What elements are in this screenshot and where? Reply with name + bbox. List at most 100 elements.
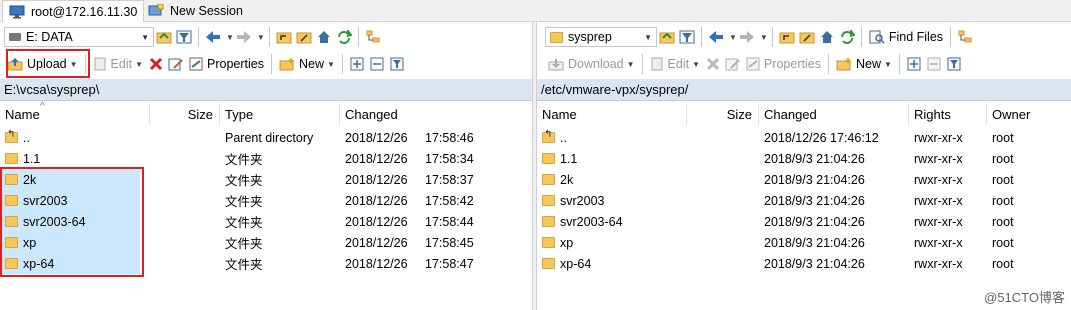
file-size	[150, 211, 220, 232]
rename-icon[interactable]	[166, 54, 186, 74]
edit-button-label: Edit	[110, 57, 133, 71]
tab-new-session[interactable]: New Session	[142, 0, 249, 22]
table-row[interactable]: .. 2018/12/26 17:46:12 rwxr-xr-x root	[537, 127, 1071, 148]
edit-button[interactable]: Edit ▼	[90, 53, 146, 75]
new-session-icon	[148, 3, 164, 18]
forward-arrow-icon[interactable]	[234, 27, 254, 47]
file-date: 2018/12/26	[345, 130, 408, 145]
tree-view-icon[interactable]	[363, 27, 383, 47]
table-row[interactable]: svr2003-64 2018/9/3 21:04:26 rwxr-xr-x r…	[537, 211, 1071, 232]
forward-dropdown-icon[interactable]: ▼	[257, 33, 265, 42]
forward-arrow-icon[interactable]	[737, 27, 757, 47]
parent-directory-icon[interactable]	[274, 27, 294, 47]
file-date: 2018/12/26	[345, 235, 408, 250]
local-path-bar[interactable]: E:\vcsa\sysprep\	[0, 79, 532, 101]
home-icon[interactable]	[817, 27, 837, 47]
table-row[interactable]: xp-64 2018/9/3 21:04:26 rwxr-xr-x root	[537, 253, 1071, 274]
rename-icon[interactable]	[723, 54, 743, 74]
unselect-all-icon[interactable]	[924, 54, 944, 74]
toolbar-separator	[641, 54, 643, 74]
folder-icon	[5, 174, 18, 185]
tab-session-label: root@172.16.11.30	[31, 4, 138, 19]
table-row[interactable]: xp 文件夹 2018/12/26 17:58:45	[0, 232, 532, 253]
file-time: 17:58:42	[425, 193, 474, 208]
file-time: 17:58:34	[425, 151, 474, 166]
table-row[interactable]: 2k 文件夹 2018/12/26 17:58:37	[0, 169, 532, 190]
column-name[interactable]: Name	[537, 103, 687, 125]
refresh-icon[interactable]	[837, 27, 857, 47]
local-path: E:\vcsa\sysprep\	[4, 82, 100, 97]
file-changed: 2018/9/3 21:04:26	[764, 151, 865, 166]
column-changed[interactable]: Changed	[759, 103, 909, 125]
find-files-label: Find Files	[888, 30, 944, 44]
column-owner[interactable]: Owner	[987, 103, 1071, 125]
filter-select-icon[interactable]	[387, 54, 407, 74]
file-size	[150, 253, 220, 274]
properties-button[interactable]: Properties	[186, 53, 267, 75]
column-rights[interactable]: Rights	[909, 103, 987, 125]
file-owner: root	[992, 130, 1014, 145]
new-folder-icon	[279, 57, 295, 71]
new-button[interactable]: New ▼	[833, 53, 895, 75]
refresh-icon[interactable]	[334, 27, 354, 47]
file-size	[150, 148, 220, 169]
remote-folder-select[interactable]: sysprep ▼	[545, 27, 657, 47]
column-type[interactable]: Type	[220, 103, 340, 125]
column-size[interactable]: Size	[687, 103, 759, 125]
filter-select-icon[interactable]	[944, 54, 964, 74]
column-changed-label: Changed	[764, 106, 817, 122]
back-dropdown-icon[interactable]: ▼	[226, 33, 234, 42]
upload-button-label: Upload	[27, 57, 67, 71]
column-size[interactable]: Size	[150, 103, 220, 125]
root-directory-icon[interactable]	[294, 27, 314, 47]
edit-button[interactable]: Edit ▼	[647, 53, 703, 75]
table-row[interactable]: 2k 2018/9/3 21:04:26 rwxr-xr-x root	[537, 169, 1071, 190]
home-icon[interactable]	[314, 27, 334, 47]
delete-icon[interactable]	[703, 54, 723, 74]
unselect-all-icon[interactable]	[367, 54, 387, 74]
open-folder-icon[interactable]	[657, 27, 677, 47]
table-row[interactable]: svr2003 2018/9/3 21:04:26 rwxr-xr-x root	[537, 190, 1071, 211]
table-row[interactable]: svr2003 文件夹 2018/12/26 17:58:42	[0, 190, 532, 211]
file-time: 17:58:37	[425, 172, 474, 187]
table-row[interactable]: xp 2018/9/3 21:04:26 rwxr-xr-x root	[537, 232, 1071, 253]
open-folder-icon[interactable]	[154, 27, 174, 47]
column-owner-label: Owner	[992, 106, 1031, 122]
filter-icon[interactable]	[174, 27, 194, 47]
back-arrow-icon[interactable]	[203, 27, 223, 47]
upload-button[interactable]: Upload ▼	[4, 53, 81, 75]
tab-session[interactable]: root@172.16.11.30	[2, 0, 145, 22]
delete-icon[interactable]	[146, 54, 166, 74]
file-rights: rwxr-xr-x	[914, 193, 963, 208]
select-all-icon[interactable]	[904, 54, 924, 74]
tree-view-icon[interactable]	[955, 27, 975, 47]
watermark: @51CTO博客	[984, 290, 1065, 305]
left-action-toolbar: Upload ▼ Edit ▼ Properties New ▼	[4, 51, 532, 77]
remote-path-bar[interactable]: /etc/vmware-vpx/sysprep/	[537, 79, 1071, 101]
properties-button[interactable]: Properties	[743, 53, 824, 75]
back-dropdown-icon[interactable]: ▼	[729, 33, 737, 42]
filter-icon[interactable]	[677, 27, 697, 47]
table-row[interactable]: 1.1 2018/9/3 21:04:26 rwxr-xr-x root	[537, 148, 1071, 169]
download-button[interactable]: Download ▼	[545, 53, 638, 75]
toolbar-separator	[84, 54, 86, 74]
column-name[interactable]: ^ Name	[0, 101, 150, 125]
file-rights: rwxr-xr-x	[914, 256, 963, 271]
parent-directory-icon[interactable]	[777, 27, 797, 47]
file-size	[150, 127, 220, 148]
find-files-button[interactable]: Find Files	[866, 26, 946, 48]
table-row[interactable]: .. Parent directory 2018/12/26 17:58:46	[0, 127, 532, 148]
new-button[interactable]: New ▼	[276, 53, 338, 75]
toolbar-separator	[860, 27, 862, 47]
file-date: 2018/12/26	[345, 256, 408, 271]
drive-select[interactable]: E: DATA ▼	[4, 27, 154, 47]
forward-dropdown-icon[interactable]: ▼	[760, 33, 768, 42]
back-arrow-icon[interactable]	[706, 27, 726, 47]
table-row[interactable]: svr2003-64 文件夹 2018/12/26 17:58:44	[0, 211, 532, 232]
column-changed[interactable]: Changed	[340, 103, 532, 125]
select-all-icon[interactable]	[347, 54, 367, 74]
table-row[interactable]: xp-64 文件夹 2018/12/26 17:58:47	[0, 253, 532, 274]
root-directory-icon[interactable]	[797, 27, 817, 47]
table-row[interactable]: 1.1 文件夹 2018/12/26 17:58:34	[0, 148, 532, 169]
file-name: ..	[23, 130, 30, 145]
